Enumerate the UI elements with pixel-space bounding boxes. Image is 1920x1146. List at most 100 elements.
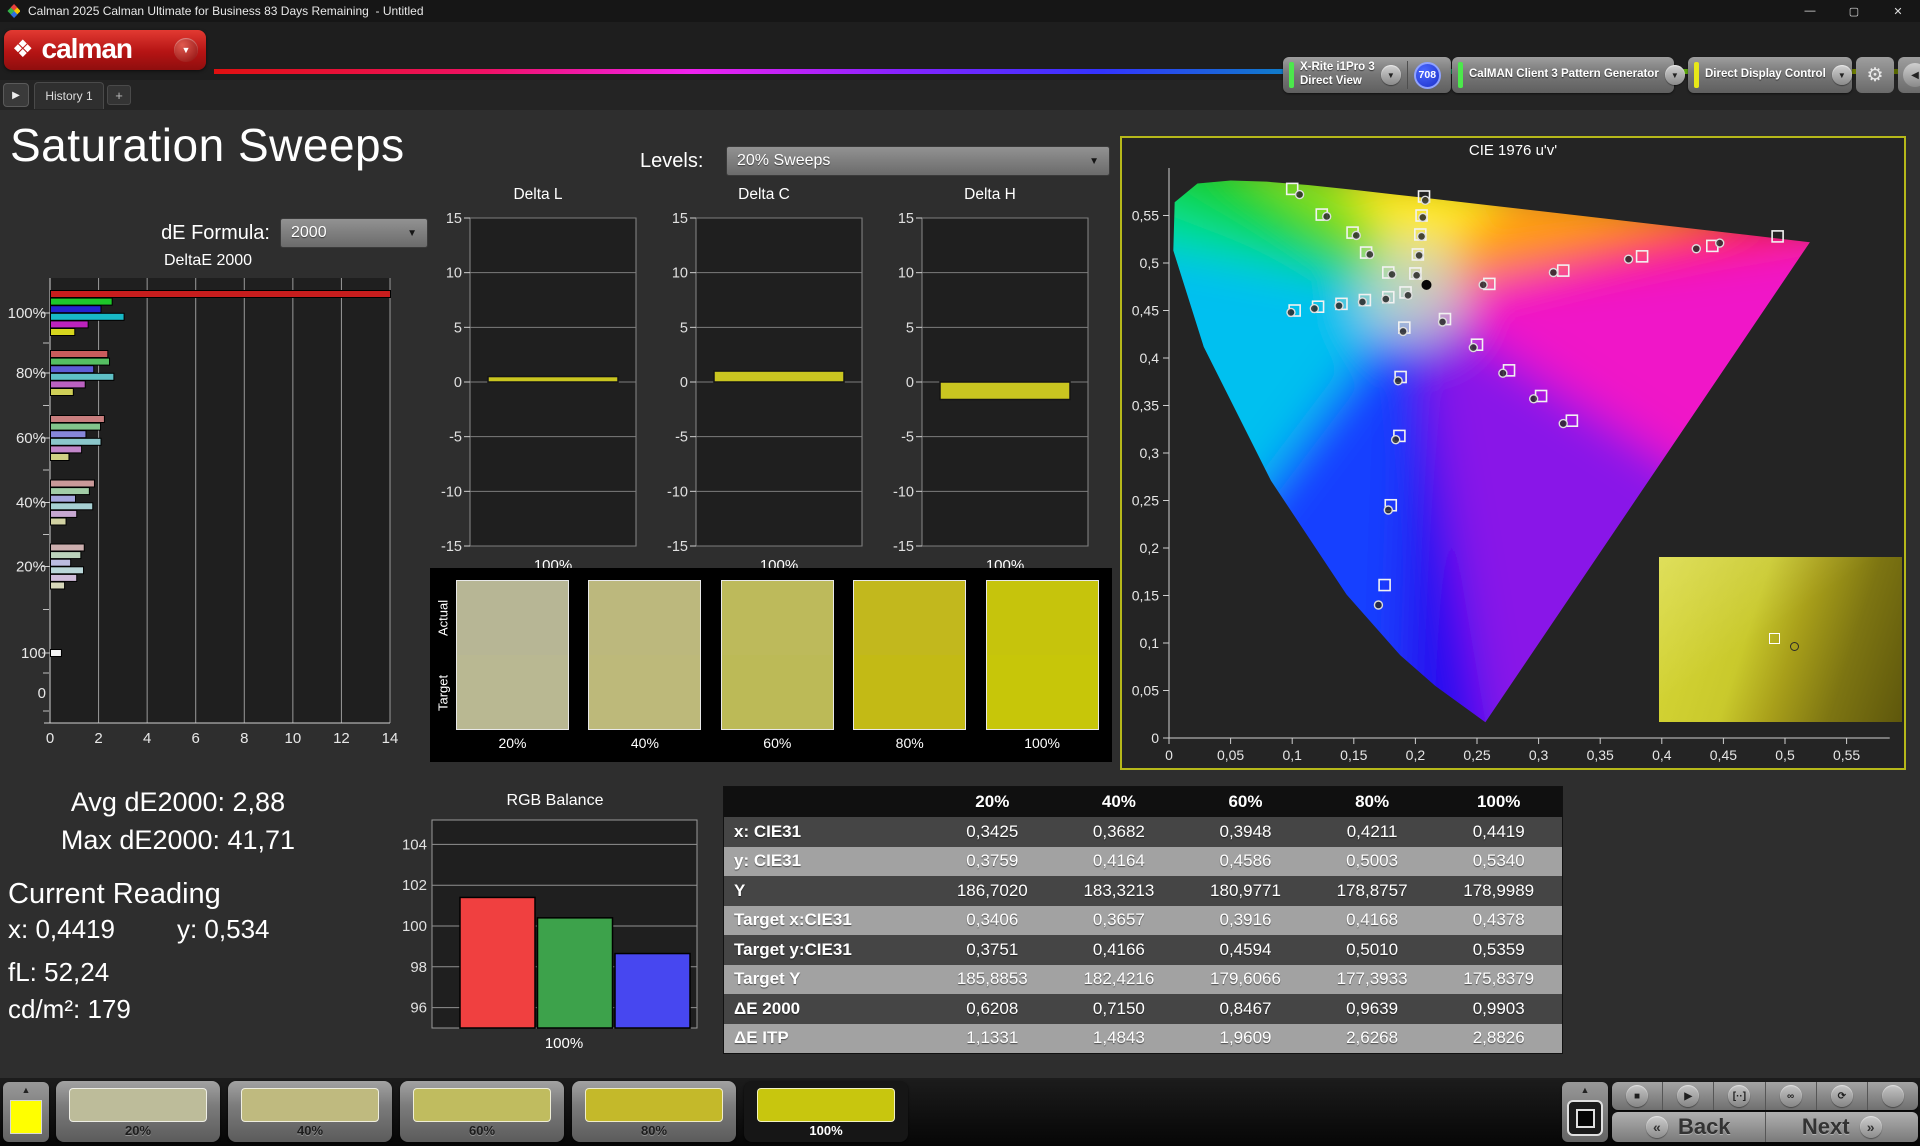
bar (51, 454, 69, 461)
play-button[interactable]: ▶ (1662, 1082, 1713, 1110)
meter-caret-icon[interactable]: ▼ (1381, 65, 1401, 85)
extra-icon (1882, 1085, 1904, 1107)
bar (51, 650, 62, 657)
y-tick-label: 100 (402, 918, 427, 935)
table-cell: 0,3406 (929, 910, 1056, 930)
display-caret-icon[interactable]: ▼ (1832, 65, 1852, 85)
deltae2000-chart: DeltaE 2000 02468101214100%80%60%40%20%1… (8, 252, 408, 757)
de-formula-value: 2000 (291, 224, 327, 242)
y-group-label: 20% (16, 559, 46, 576)
bar (51, 373, 114, 380)
bar (51, 488, 90, 495)
settings-button[interactable]: ⚙ (1856, 57, 1894, 93)
close-button[interactable]: ✕ (1876, 0, 1920, 22)
calman-menu-caret-icon[interactable]: ▼ (174, 38, 198, 62)
cie-measured-point (1692, 245, 1700, 253)
divider (1407, 61, 1408, 89)
chevron-up-icon[interactable]: ▲ (1562, 1082, 1608, 1098)
chevron-up-icon[interactable]: ▲ (3, 1082, 49, 1098)
cie-measured-point (1469, 344, 1477, 352)
x-tick-label: 2 (94, 730, 102, 747)
read-series-button[interactable]: [··] (1713, 1082, 1764, 1110)
max-de2000: Max dE2000: 41,71 (8, 822, 348, 860)
play-icon: ▶ (1677, 1085, 1699, 1107)
swatch-column-60%: 60% (721, 568, 834, 762)
y-tick-label: 96 (410, 1000, 427, 1017)
pattern-level-button-40%[interactable]: 40% (228, 1081, 392, 1142)
cie-measured-point (1415, 251, 1423, 259)
pattern-window-control-right[interactable]: ▲ (1562, 1082, 1608, 1142)
pattern-level-label: 40% (228, 1123, 392, 1138)
tab-history-1[interactable]: History 1 (34, 82, 104, 109)
table-row: y: CIE310,37590,41640,45860,50030,5340 (724, 847, 1562, 877)
history-panel-toggle[interactable]: ▶ (3, 83, 29, 107)
cie-measured-point (1392, 436, 1400, 444)
bar (51, 329, 75, 336)
de-formula-dropdown[interactable]: 2000 ▼ (280, 218, 428, 248)
minimize-button[interactable]: — (1788, 0, 1832, 22)
pattern-level-button-60%[interactable]: 60% (400, 1081, 564, 1142)
chevron-down-icon: ▼ (407, 228, 417, 239)
page-title: Saturation Sweeps (10, 118, 405, 172)
window-size-button[interactable] (1567, 1100, 1603, 1136)
bar (51, 366, 94, 373)
cie-measured-point (1374, 601, 1382, 609)
meter-mode-badge[interactable]: 708 (1414, 62, 1441, 89)
y-tick-label: 0 (680, 375, 688, 391)
table-row-label: ΔE 2000 (724, 999, 929, 1019)
table-row: Target y:CIE310,37510,41660,45940,50100,… (724, 935, 1562, 965)
y-tick-label: 0,2 (1140, 540, 1160, 556)
maximize-button[interactable]: ▢ (1832, 0, 1876, 22)
levels-dropdown[interactable]: 20% Sweeps ▼ (726, 146, 1110, 176)
table-cell: 1,1331 (929, 1028, 1056, 1048)
delta-c-chart: Delta C 151050-5-10-15100% (664, 186, 864, 586)
toolbar-collapse-button[interactable]: ◀ (1898, 57, 1920, 93)
y-tick-label: -15 (667, 539, 688, 555)
next-button[interactable]: Next » (1765, 1112, 1919, 1142)
y-tick-label: 0,25 (1132, 493, 1159, 509)
back-button[interactable]: « Back (1612, 1112, 1765, 1142)
pattern-generator-button[interactable]: CalMAN Client 3 Pattern Generator ▼ (1452, 57, 1674, 93)
actual-swatch (456, 580, 569, 655)
bar (51, 381, 86, 388)
continuous-button[interactable]: ∞ (1765, 1082, 1816, 1110)
cie-measured-point (1287, 308, 1295, 316)
bottom-bar: ▲ 100% 80% 60% 40% 20% ▲ ■ ▶ [··]∞⟳ « Back Nex… (0, 1078, 1920, 1146)
pattern-level-button-100%[interactable]: 100% (744, 1081, 908, 1142)
bar (51, 574, 77, 581)
add-tab-button[interactable]: + (107, 85, 131, 105)
stop-button[interactable]: ■ (1612, 1082, 1662, 1110)
bar (51, 552, 81, 559)
extra-button[interactable] (1867, 1082, 1918, 1110)
strip-row-label-target: Target (432, 655, 454, 730)
loop-button[interactable]: ⟳ (1816, 1082, 1867, 1110)
current-y: y: 0,534 (177, 913, 270, 947)
table-row: x: CIE310,34250,36820,39480,42110,4419 (724, 817, 1562, 847)
actual-swatch (588, 580, 701, 655)
x-tick-label: 0,15 (1340, 747, 1367, 763)
pattern-caret-icon[interactable]: ▼ (1665, 65, 1685, 85)
table-cell: 0,3916 (1182, 910, 1309, 930)
pattern-window-control-left[interactable]: ▲ (3, 1082, 49, 1142)
calman-menu-button[interactable]: ❖ calman ▼ (4, 30, 206, 70)
y-tick-label: 15 (898, 211, 914, 227)
delta-h-plot: 151050-5-10-15100% (890, 204, 1090, 586)
pattern-level-button-20%[interactable]: 20% (56, 1081, 220, 1142)
display-control-button[interactable]: Direct Display Control ▼ (1688, 57, 1852, 93)
cie-zoom-inset (1659, 557, 1902, 722)
x-tick-label: 0,35 (1587, 747, 1614, 763)
y-group-label: 100% (8, 305, 46, 322)
table-row: Target x:CIE310,34060,36570,39160,41680,… (724, 906, 1562, 936)
pattern-level-label: 80% (572, 1123, 736, 1138)
table-header-cell: 60% (1182, 792, 1309, 812)
meter-button[interactable]: X-Rite i1Pro 3 Direct View ▼ 708 (1283, 57, 1451, 93)
table-cell: 0,3948 (1182, 822, 1309, 842)
table-cell: 178,9989 (1435, 881, 1562, 901)
table-row-label: Y (724, 881, 929, 901)
y-tick-label: 10 (446, 266, 462, 282)
table-cell: 0,9639 (1309, 999, 1436, 1019)
table-cell: 186,7020 (929, 881, 1056, 901)
table-row-label: x: CIE31 (724, 822, 929, 842)
pattern-level-button-80%[interactable]: 80% (572, 1081, 736, 1142)
bar (51, 389, 74, 396)
